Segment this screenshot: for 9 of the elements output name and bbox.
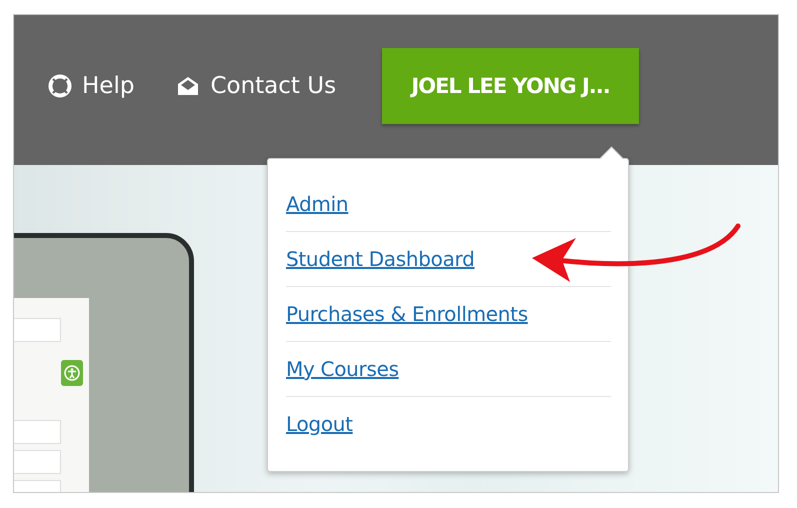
open-envelope-icon (176, 75, 200, 97)
nav-link[interactable]: Contact Us (176, 73, 336, 99)
menu-item-link[interactable]: Logout (286, 397, 611, 451)
lifebuoy-icon (48, 74, 72, 98)
menu-item-link[interactable]: My Courses (286, 342, 611, 397)
nav-link[interactable]: Help (48, 73, 134, 99)
menu-item-link[interactable]: Admin (286, 177, 611, 232)
user-menu-button[interactable]: JOEL LEE YONG J... (382, 48, 640, 124)
menu-item-link[interactable]: Purchases & Enrollments (286, 287, 611, 342)
